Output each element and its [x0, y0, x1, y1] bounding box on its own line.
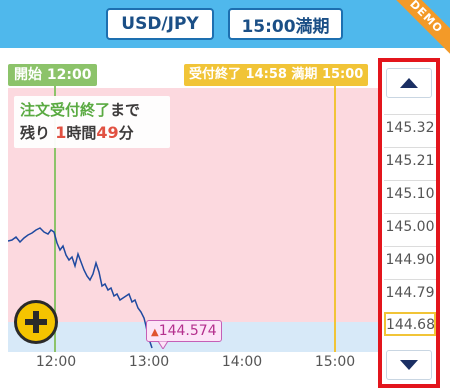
x-tick-label: 13:00 — [128, 354, 170, 370]
demo-ribbon: DEMO — [392, 0, 450, 58]
notice-remaining-text: 残り — [20, 124, 51, 142]
scroll-down-button[interactable] — [386, 350, 432, 380]
currency-pair-button[interactable]: USD/JPY — [106, 8, 214, 40]
notice-until-text: まで — [110, 101, 141, 119]
x-tick-label: 15:00 — [314, 354, 356, 370]
triangle-up-icon — [400, 78, 418, 88]
minutes-unit: 分 — [118, 124, 134, 142]
y-tick-label: 144.90 — [384, 246, 436, 270]
demo-badge: DEMO — [392, 0, 450, 58]
y-tick-label: 144.79 — [384, 279, 436, 303]
add-order-button[interactable] — [14, 300, 58, 344]
price-chart[interactable]: 開始 12:00 受付終了 14:58 満期 15:00 注文受付終了まで 残り… — [8, 58, 386, 358]
triangle-down-icon — [400, 360, 418, 370]
header-bar: USD/JPY 15:00満期 DEMO — [0, 0, 450, 58]
x-axis: 12:00 13:00 14:00 15:00 — [8, 352, 386, 376]
hours-unit: 時間 — [66, 124, 97, 142]
y-tick-label: 145.10 — [384, 180, 436, 204]
scroll-up-button[interactable] — [386, 68, 432, 98]
current-price-value: 144.574 — [158, 323, 217, 339]
current-price-tag: ▲144.574 — [146, 320, 222, 342]
price-up-icon: ▲ — [151, 327, 159, 338]
x-tick-label: 12:00 — [35, 354, 77, 370]
y-tick-label: 145.00 — [384, 213, 436, 237]
remaining-hours: 1 — [55, 123, 67, 142]
order-deadline-notice: 注文受付終了まで 残り 1時間49分 — [14, 96, 170, 148]
y-tick-label-current: 144.68 — [384, 312, 436, 336]
expiry-button[interactable]: 15:00満期 — [228, 8, 343, 40]
y-tick-label: 145.21 — [384, 147, 436, 171]
x-tick-label: 14:00 — [221, 354, 263, 370]
y-tick-label: 145.32 — [384, 114, 436, 138]
remaining-minutes: 49 — [96, 123, 119, 142]
plus-circle-icon — [25, 311, 47, 333]
notice-deadline-text: 注文受付終了 — [20, 101, 111, 119]
price-tag-pointer — [158, 341, 168, 349]
y-axis-panel[interactable]: 145.32 145.21 145.10 145.00 144.90 144.7… — [378, 58, 440, 388]
